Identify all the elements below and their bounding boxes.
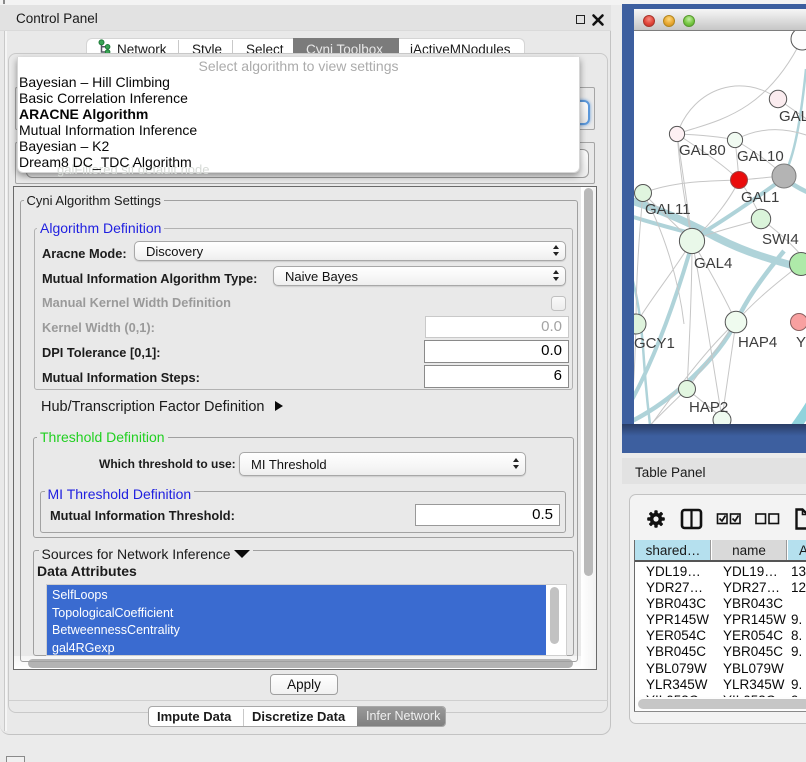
svg-text:GAL1: GAL1 [741,189,779,206]
svg-text:HAP2: HAP2 [689,399,728,416]
svg-text:GAL10: GAL10 [737,148,784,165]
svg-text:GAL4: GAL4 [694,255,732,272]
svg-text:GAL80: GAL80 [679,142,726,159]
svg-text:GAL11: GAL11 [645,201,691,218]
svg-text:HAP4: HAP4 [738,334,777,351]
svg-text:SWI4: SWI4 [762,231,799,248]
svg-text:Y: Y [796,334,806,351]
svg-text:GCY1: GCY1 [634,335,675,352]
svg-text:GAL: GAL [779,108,806,125]
